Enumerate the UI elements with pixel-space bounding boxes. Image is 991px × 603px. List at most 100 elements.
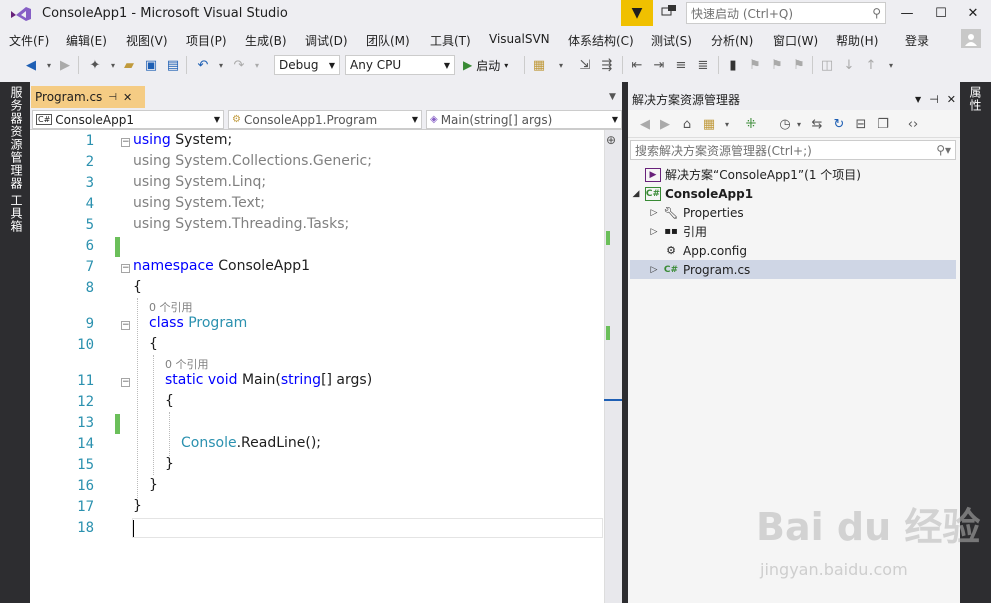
code-text: [] args)	[321, 372, 373, 388]
codelens-references[interactable]: 0 个引用	[149, 299, 193, 315]
tree-item-references[interactable]: ▷ ▪▪ 引用	[630, 222, 956, 241]
menu-project[interactable]: 项目(P)	[186, 32, 227, 49]
tree-item-app-config[interactable]: ⚙ App.config	[630, 241, 956, 260]
sign-in-link[interactable]: 登录	[905, 32, 929, 49]
collapse-all-icon[interactable]: ⊟	[852, 115, 870, 133]
show-next-statement-icon[interactable]: ⇶	[598, 56, 616, 74]
project-nav-dropdown[interactable]: C# ConsoleApp1 ▼	[32, 110, 224, 129]
menu-architecture[interactable]: 体系结构(C)	[568, 32, 634, 49]
close-icon[interactable]: ✕	[123, 91, 132, 104]
collapse-toggle[interactable]: −	[121, 264, 130, 273]
step-into-icon[interactable]: ⇲	[576, 56, 594, 74]
toolbar-overflow-icon[interactable]: ▾	[552, 56, 570, 74]
refresh-icon[interactable]: ↻	[830, 115, 848, 133]
collapsed-arrow-icon[interactable]: ▷	[648, 265, 660, 275]
account-avatar-icon[interactable]	[961, 29, 981, 48]
undo-icon[interactable]: ↶	[194, 56, 212, 74]
step-down-icon[interactable]: ↓	[840, 56, 858, 74]
close-icon[interactable]: ✕	[947, 93, 956, 106]
chevron-down-icon[interactable]: ▼	[915, 95, 921, 104]
sync-icon[interactable]: ⇆	[808, 115, 826, 133]
menu-build[interactable]: 生成(B)	[245, 32, 287, 49]
navigate-forward-icon[interactable]: ▶	[56, 56, 74, 74]
solution-platform-dropdown[interactable]: Any CPU ▼	[345, 55, 455, 75]
collapse-toggle[interactable]: −	[121, 138, 130, 147]
redo-icon[interactable]: ↷	[230, 56, 248, 74]
start-debugging-button[interactable]: ▶ 启动 ▾	[463, 56, 508, 74]
feedback-icon[interactable]	[660, 4, 678, 22]
notification-filter-button[interactable]: ▼	[621, 0, 653, 26]
menu-test[interactable]: 测试(S)	[651, 32, 692, 49]
step-up-icon[interactable]: ↑	[862, 56, 880, 74]
minimize-button[interactable]: —	[893, 3, 921, 23]
tree-item-program-cs[interactable]: ▷ C# Program.cs	[630, 260, 956, 279]
show-all-files-icon[interactable]: ❐	[874, 115, 892, 133]
next-bookmark-icon[interactable]: ⚑	[768, 56, 786, 74]
save-icon[interactable]: ▣	[142, 56, 160, 74]
decrease-indent-icon[interactable]: ⇤	[628, 56, 646, 74]
menu-debug[interactable]: 调试(D)	[305, 32, 348, 49]
comment-lines-icon[interactable]: ≡	[672, 56, 690, 74]
menu-tools[interactable]: 工具(T)	[430, 32, 471, 49]
properties-tab[interactable]: 属性	[967, 86, 984, 112]
previous-bookmark-icon[interactable]: ⚑	[746, 56, 764, 74]
menu-file[interactable]: 文件(F)	[9, 32, 49, 49]
navigate-back-icon[interactable]: ◀	[22, 56, 40, 74]
chevron-down-icon[interactable]: ▾	[248, 56, 266, 74]
bookmark-icon[interactable]: ▮	[724, 56, 742, 74]
collapse-toggle[interactable]: −	[121, 321, 130, 330]
member-nav-dropdown[interactable]: ◈ Main(string[] args) ▼	[426, 110, 622, 129]
change-marker	[115, 414, 120, 434]
menu-team[interactable]: 团队(M)	[366, 32, 410, 49]
solution-search-input[interactable]: 搜索解决方案资源管理器(Ctrl+;) ⚲▾	[630, 140, 956, 160]
attach-icon[interactable]: ◫	[818, 56, 836, 74]
solution-configuration-dropdown[interactable]: Debug ▼	[274, 55, 340, 75]
keyword: static void	[165, 372, 238, 388]
collapsed-arrow-icon[interactable]: ▷	[648, 227, 660, 237]
close-button[interactable]: ✕	[959, 3, 987, 23]
open-folder-icon[interactable]: ▰	[120, 56, 138, 74]
menu-analyze[interactable]: 分析(N)	[711, 32, 753, 49]
collapse-toggle[interactable]: −	[121, 378, 130, 387]
chevron-down-icon[interactable]: ▾	[718, 115, 736, 133]
line-number: 12	[77, 394, 94, 410]
increase-indent-icon[interactable]: ⇥	[650, 56, 668, 74]
split-window-icon[interactable]: ⊕	[606, 133, 616, 147]
menu-help[interactable]: 帮助(H)	[836, 32, 878, 49]
codelens-references[interactable]: 0 个引用	[165, 356, 209, 372]
menu-visualsvn[interactable]: VisualSVN	[489, 32, 550, 46]
find-in-files-icon[interactable]: ▦	[530, 56, 548, 74]
clear-bookmarks-icon[interactable]: ⚑	[790, 56, 808, 74]
toolbar-overflow-icon[interactable]: ▾	[882, 56, 900, 74]
expanded-arrow-icon[interactable]: ◢	[630, 189, 642, 199]
pin-icon[interactable]: ⊣	[929, 93, 939, 106]
tab-list-dropdown-icon[interactable]: ▼	[609, 92, 616, 102]
chevron-down-icon[interactable]: ▾	[212, 56, 230, 74]
tree-item-project[interactable]: ◢ C# ConsoleApp1	[630, 184, 956, 203]
code-view-icon[interactable]: ‹›	[904, 115, 922, 133]
class-nav-dropdown[interactable]: ⚙ ConsoleApp1.Program ▼	[228, 110, 422, 129]
menu-view[interactable]: 视图(V)	[126, 32, 168, 49]
home-icon[interactable]: ⌂	[678, 115, 696, 133]
quick-launch-input[interactable]: 快速启动 (Ctrl+Q) ⚲	[686, 2, 886, 24]
menu-window[interactable]: 窗口(W)	[773, 32, 818, 49]
menu-edit[interactable]: 编辑(E)	[66, 32, 107, 49]
maximize-button[interactable]: ☐	[927, 3, 955, 23]
toolbox-tab[interactable]: 工具箱	[8, 194, 25, 233]
editor-vertical-scrollbar[interactable]	[604, 130, 622, 603]
forward-icon[interactable]: ▶	[656, 115, 674, 133]
new-project-icon[interactable]: ✦	[86, 56, 104, 74]
server-explorer-tab[interactable]: 服务器资源管理器	[8, 86, 25, 190]
uncomment-lines-icon[interactable]: ≣	[694, 56, 712, 74]
toolbar-separator	[78, 56, 79, 74]
chevron-down-icon[interactable]: ▾	[790, 115, 808, 133]
tree-item-solution[interactable]: ▶ 解决方案“ConsoleApp1”(1 个项目)	[630, 165, 956, 184]
pin-icon[interactable]: ⊣	[108, 92, 117, 103]
tree-item-properties[interactable]: ▷ 🔧︎ Properties	[630, 203, 956, 222]
collapsed-arrow-icon[interactable]: ▷	[648, 208, 660, 218]
pending-changes-icon[interactable]: ⁜	[742, 115, 760, 133]
back-icon[interactable]: ◀	[636, 115, 654, 133]
tab-program-cs[interactable]: Program.cs ⊣ ✕	[31, 86, 145, 108]
save-all-icon[interactable]: ▤	[164, 56, 182, 74]
switch-views-icon[interactable]: ▦	[700, 115, 718, 133]
